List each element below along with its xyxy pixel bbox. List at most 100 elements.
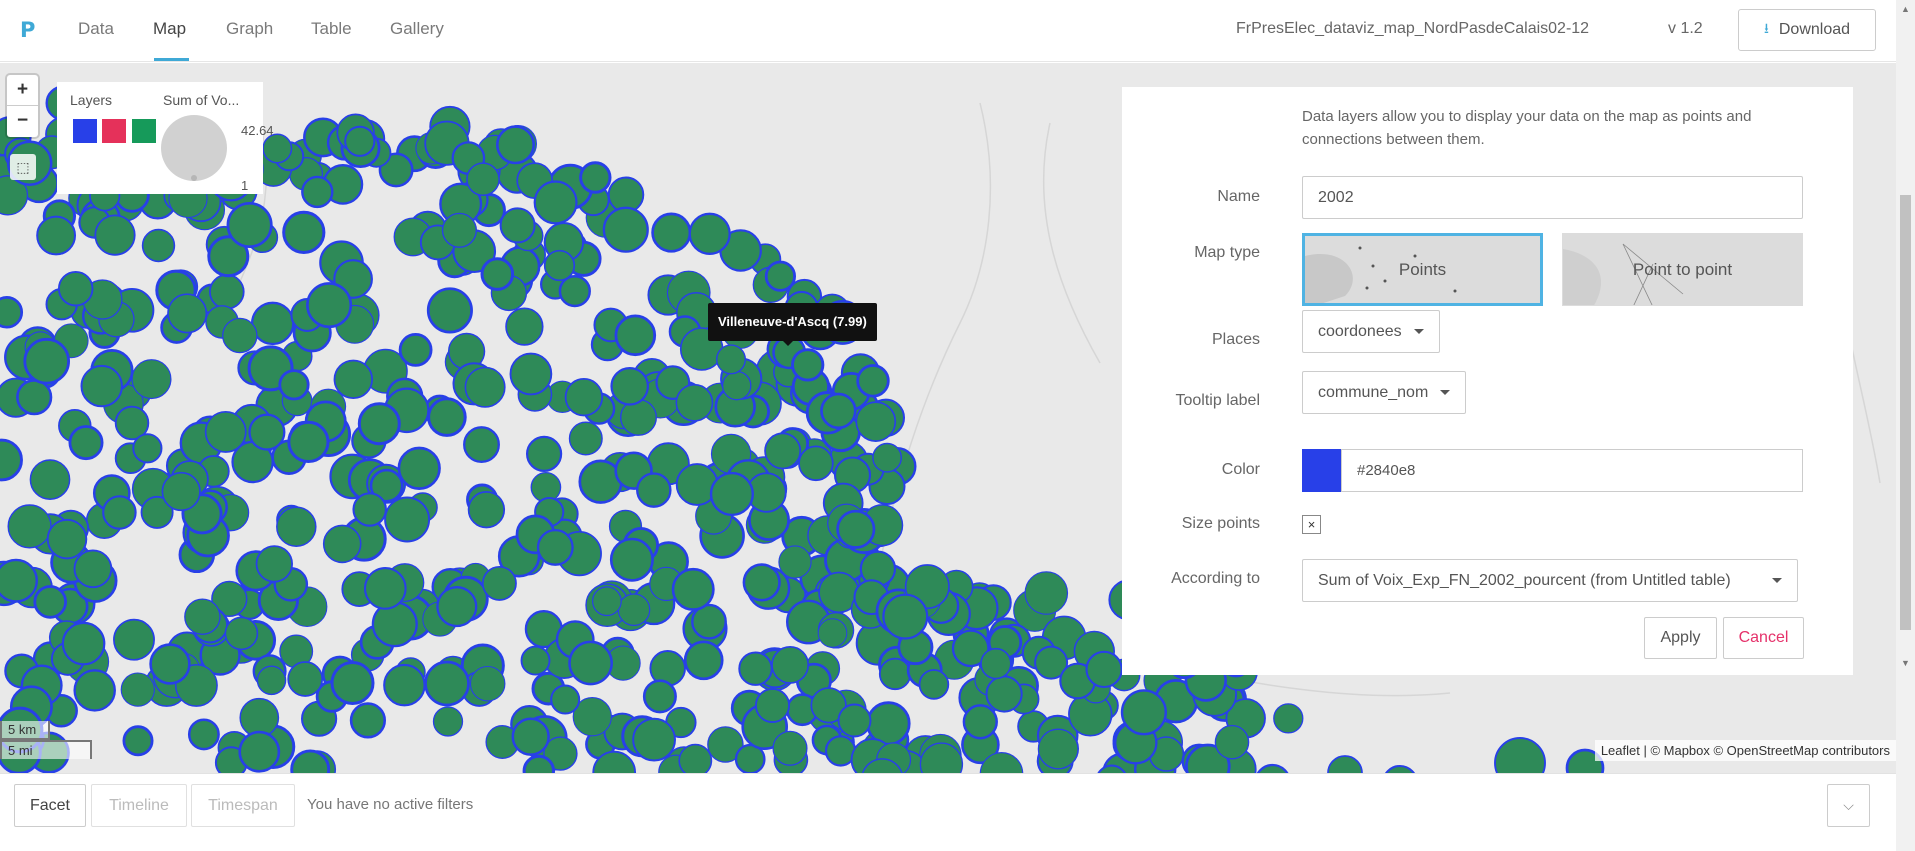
commune-point[interactable]	[651, 212, 692, 253]
zoom-in-button[interactable]: +	[7, 75, 38, 106]
commune-point[interactable]	[856, 364, 890, 398]
commune-point[interactable]	[480, 257, 515, 291]
commune-point[interactable]	[262, 133, 293, 164]
commune-point[interactable]	[837, 703, 872, 738]
commune-point[interactable]	[495, 125, 535, 165]
commune-point[interactable]	[441, 212, 477, 248]
commune-point[interactable]	[525, 435, 563, 472]
commune-point[interactable]	[248, 413, 286, 451]
color-input[interactable]: #2840e8	[1341, 449, 1803, 492]
commune-point[interactable]	[464, 366, 506, 408]
commune-point[interactable]	[632, 717, 676, 762]
commune-point[interactable]	[357, 402, 401, 446]
commune-point[interactable]	[463, 426, 500, 464]
facet-button[interactable]: Facet	[14, 784, 86, 827]
commune-point[interactable]	[184, 598, 221, 635]
legend-swatch-2012[interactable]	[132, 119, 156, 143]
maptype-p2p-option[interactable]: Point to point	[1562, 233, 1803, 306]
commune-point[interactable]	[167, 293, 208, 334]
commune-point[interactable]	[61, 621, 106, 666]
commune-point[interactable]	[330, 661, 375, 705]
page-scrollbar[interactable]: ▲ ▼	[1896, 0, 1915, 851]
commune-point[interactable]	[579, 161, 612, 194]
commune-point[interactable]	[1383, 764, 1417, 773]
commune-point[interactable]	[0, 438, 23, 482]
commune-point[interactable]	[882, 593, 929, 640]
commune-point[interactable]	[522, 754, 555, 773]
commune-point[interactable]	[511, 717, 550, 756]
places-dropdown[interactable]: coordonees	[1302, 310, 1440, 353]
commune-point[interactable]	[250, 301, 295, 346]
commune-point[interactable]	[878, 657, 912, 691]
commune-point[interactable]	[287, 420, 330, 463]
scroll-down-icon[interactable]: ▼	[1901, 658, 1910, 668]
commune-point[interactable]	[962, 704, 998, 740]
maptype-points-option[interactable]: Points	[1302, 233, 1543, 306]
commune-point[interactable]	[520, 645, 551, 676]
commune-point[interactable]	[771, 645, 810, 684]
commune-point[interactable]	[675, 383, 714, 422]
commune-point[interactable]	[642, 679, 677, 714]
commune-point[interactable]	[536, 528, 574, 566]
commune-point[interactable]	[617, 593, 651, 626]
commune-point[interactable]	[533, 180, 578, 225]
commune-point[interactable]	[57, 270, 94, 307]
commune-point[interactable]	[7, 504, 52, 549]
legend-swatch-2007[interactable]	[102, 119, 126, 143]
commune-point[interactable]	[363, 567, 407, 610]
commune-point[interactable]	[16, 379, 53, 416]
map-attribution[interactable]: Leaflet | © Mapbox © OpenStreetMap contr…	[1594, 740, 1896, 761]
commune-point[interactable]	[709, 471, 754, 517]
commune-point[interactable]	[481, 565, 517, 601]
commune-point[interactable]	[1327, 755, 1363, 773]
commune-point[interactable]	[466, 162, 500, 197]
commune-point[interactable]	[349, 702, 387, 739]
commune-point[interactable]	[187, 718, 220, 751]
commune-point[interactable]	[113, 618, 155, 661]
commune-point[interactable]	[836, 509, 876, 549]
commune-point[interactable]	[224, 616, 259, 651]
commune-point[interactable]	[509, 352, 553, 396]
commune-point[interactable]	[721, 370, 752, 401]
commune-point[interactable]	[499, 207, 536, 244]
collapse-filters-chevron-icon[interactable]: ⌵	[1827, 784, 1870, 827]
commune-point[interactable]	[985, 675, 1023, 713]
commune-point[interactable]	[278, 369, 310, 401]
commune-point[interactable]	[102, 495, 137, 530]
commune-point[interactable]	[678, 743, 713, 773]
commune-point[interactable]	[73, 669, 116, 712]
commune-point[interactable]	[432, 706, 464, 737]
commune-point[interactable]	[141, 228, 176, 263]
commune-point[interactable]	[1214, 724, 1250, 760]
commune-point[interactable]	[817, 618, 848, 648]
commune-point[interactable]	[436, 586, 478, 628]
scroll-up-icon[interactable]: ▲	[1901, 4, 1910, 14]
commune-point[interactable]	[322, 524, 362, 564]
commune-point[interactable]	[222, 317, 258, 354]
commune-point[interactable]	[397, 446, 441, 490]
layer-name-input[interactable]: 2002	[1302, 176, 1803, 219]
commune-point[interactable]	[1120, 689, 1167, 736]
commune-point[interactable]	[980, 647, 1012, 680]
commune-point[interactable]	[36, 215, 76, 256]
legend-swatch-2002[interactable]	[73, 119, 97, 143]
commune-point[interactable]	[383, 663, 426, 707]
fit-bounds-icon[interactable]: ⬚	[10, 154, 36, 180]
commune-point[interactable]	[68, 425, 104, 461]
commune-point[interactable]	[469, 665, 506, 702]
commune-point[interactable]	[0, 558, 38, 603]
commune-point[interactable]	[872, 442, 902, 473]
commune-point[interactable]	[754, 687, 791, 724]
commune-point[interactable]	[204, 410, 247, 453]
cancel-button[interactable]: Cancel	[1723, 617, 1804, 659]
scrollbar-thumb[interactable]	[1900, 195, 1911, 630]
commune-point[interactable]	[568, 421, 603, 456]
commune-point[interactable]	[764, 432, 802, 470]
commune-point[interactable]	[558, 274, 591, 308]
commune-point[interactable]	[306, 282, 353, 329]
commune-point[interactable]	[226, 201, 273, 249]
commune-point[interactable]	[276, 506, 317, 547]
commune-point[interactable]	[282, 210, 326, 254]
commune-point[interactable]	[1085, 650, 1123, 689]
commune-point[interactable]	[918, 669, 950, 700]
